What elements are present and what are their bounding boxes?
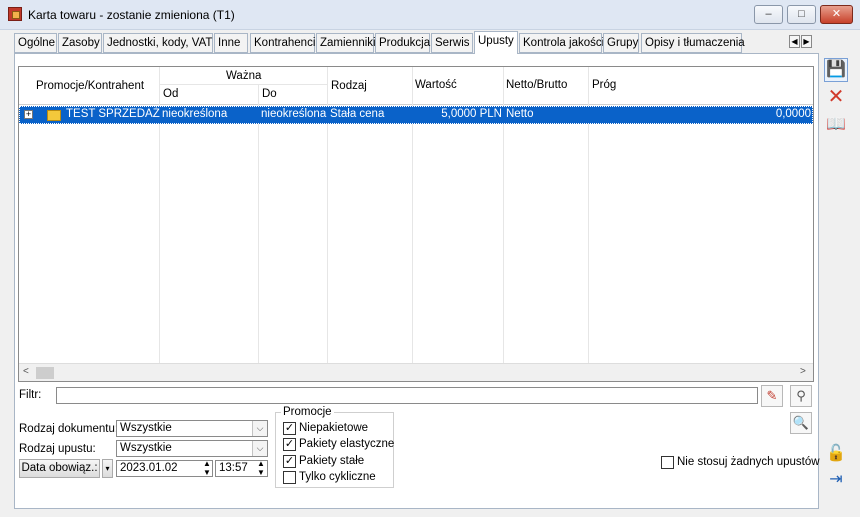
checkbox-tylko-cykliczne[interactable] — [283, 471, 296, 484]
header-divider — [159, 84, 327, 85]
rodzaj-dokumentu-label: Rodzaj dokumentu: — [19, 423, 119, 435]
tab-opisy[interactable]: Opisy i tłumaczenia — [641, 33, 745, 53]
scroll-right-icon[interactable]: > — [800, 366, 806, 377]
tab-grupy[interactable]: Grupy — [603, 33, 639, 53]
tab-produkcja[interactable]: Produkcja — [375, 33, 430, 53]
tab-jednostki[interactable]: Jednostki, kody, VAT — [103, 33, 213, 53]
date-spinner-icon[interactable]: ▲ ▼ — [203, 459, 211, 477]
pin-icon[interactable]: ⇥ — [824, 469, 848, 493]
checkbox-niepakietowe[interactable]: ✓ — [283, 422, 296, 435]
time-spinner-icon[interactable]: ▲ ▼ — [257, 459, 265, 477]
window-title: Karta towaru - zostanie zmieniona (T1) — [28, 8, 235, 22]
tab-bar: Ogólne Zasoby Jednostki, kody, VAT Inne … — [14, 31, 814, 54]
horizontal-scrollbar[interactable]: < > — [19, 363, 813, 381]
rodzaj-dokumentu-select[interactable]: Wszystkie — [116, 420, 268, 437]
book-icon[interactable]: 📖 — [824, 114, 848, 138]
date-mode-dropdown-icon[interactable]: ▾ — [102, 459, 113, 478]
tab-serwis[interactable]: Serwis — [431, 33, 473, 53]
save-icon[interactable]: 💾 — [824, 58, 848, 82]
tab-ogolne[interactable]: Ogólne — [14, 33, 57, 53]
header-rodzaj[interactable]: Rodzaj — [331, 80, 367, 92]
folder-icon — [47, 110, 61, 121]
tab-upusty[interactable]: Upusty — [474, 31, 518, 54]
header-do[interactable]: Do — [262, 88, 277, 100]
filter-input[interactable] — [56, 387, 758, 404]
close-button[interactable]: ✕ — [820, 5, 853, 24]
rodzaj-upustu-select[interactable]: Wszystkie — [116, 440, 268, 457]
cell-promo-name: TEST SPRZEDAŻ — [66, 108, 160, 120]
minimize-button[interactable]: – — [754, 5, 783, 24]
tab-zasoby[interactable]: Zasoby — [58, 33, 102, 53]
tab-scroll: ◀ ▶ — [789, 35, 813, 49]
checkbox-label: Tylko cykliczne — [299, 471, 376, 483]
header-promocje[interactable]: Promocje/Kontrahent — [36, 80, 144, 92]
cell-prog: 0,0000 — [775, 108, 811, 120]
cell-netto: Netto — [506, 108, 534, 120]
rodzaj-upustu-label: Rodzaj upustu: — [19, 443, 96, 455]
checkbox-label: Niepakietowe — [299, 422, 369, 434]
date-input[interactable]: 2023.01.02 — [116, 460, 213, 477]
cell-rodzaj: Stała cena — [330, 108, 385, 120]
cell-wartosc: 5,0000 PLN — [441, 108, 502, 120]
chevron-down-icon[interactable]: ⌵ — [252, 421, 267, 436]
tab-inne[interactable]: Inne — [214, 33, 248, 53]
search-icon[interactable]: 🔍 — [790, 412, 812, 434]
tab-scroll-left-icon[interactable]: ◀ — [789, 35, 800, 48]
checkbox-nie-stosuj[interactable] — [661, 456, 674, 469]
row-expand-icon[interactable]: + — [24, 110, 33, 119]
app-icon — [8, 7, 22, 21]
tab-zamienniki[interactable]: Zamienniki — [316, 33, 376, 53]
header-od[interactable]: Od — [163, 88, 178, 100]
header-wartosc[interactable]: Wartość — [415, 79, 457, 91]
cell-do: nieokreślona — [261, 108, 327, 120]
cell-od: nieokreślona — [162, 108, 228, 120]
maximize-button[interactable]: □ — [787, 5, 816, 24]
filter-label: Filtr: — [19, 389, 42, 401]
checkbox-label: Pakiety stałe — [299, 455, 365, 467]
filter-builder-icon[interactable]: ⚲ — [790, 385, 812, 407]
chevron-down-icon[interactable]: ⌵ — [252, 441, 267, 456]
discounts-grid[interactable]: Promocje/Kontrahent Ważna Od Do Rodzaj W… — [18, 66, 814, 382]
header-netto-brutto[interactable]: Netto/Brutto — [506, 79, 567, 91]
title-bar: Karta towaru - zostanie zmieniona (T1) –… — [0, 0, 860, 30]
data-obowiazywania-button[interactable]: Data obowiąz.: — [19, 459, 100, 478]
scroll-left-icon[interactable]: < — [23, 366, 29, 377]
cancel-icon[interactable]: ✕ — [824, 86, 848, 110]
checkbox-pakiety-stale[interactable]: ✓ — [283, 455, 296, 468]
tab-kontrahenci[interactable]: Kontrahenci — [250, 33, 315, 53]
checkbox-pakiety-elastyczne[interactable]: ✓ — [283, 438, 296, 451]
clear-filter-icon[interactable]: ✎ — [761, 385, 783, 407]
tab-scroll-right-icon[interactable]: ▶ — [801, 35, 812, 48]
scroll-thumb[interactable] — [36, 367, 54, 379]
promocje-group-title: Promocje — [281, 406, 334, 418]
header-bottom-line — [19, 104, 813, 105]
tab-kontrola-jakosci[interactable]: Kontrola jakości — [519, 33, 604, 53]
nie-stosuj-label: Nie stosuj żadnych upustów — [677, 456, 820, 468]
unlock-icon[interactable]: 🔓 — [824, 443, 848, 467]
header-prog[interactable]: Próg — [592, 79, 616, 91]
column-divider — [258, 85, 259, 363]
table-row[interactable]: TEST SPRZEDAŻ nieokreślona nieokreślona … — [19, 106, 813, 124]
checkbox-label: Pakiety elastyczne — [299, 438, 395, 450]
header-wazna[interactable]: Ważna — [226, 70, 261, 82]
